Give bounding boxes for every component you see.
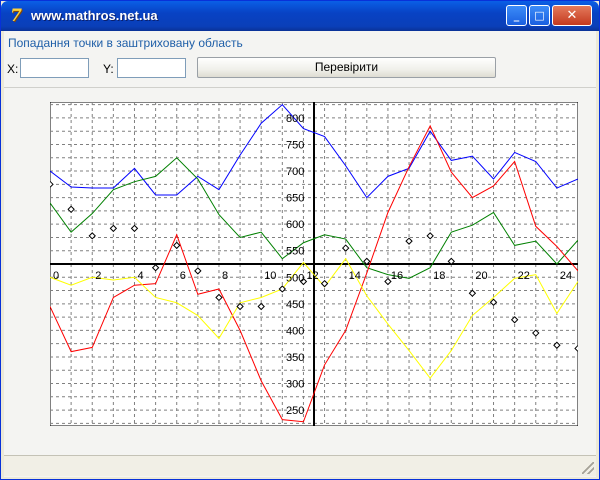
x-tick-label: 16 <box>391 270 403 282</box>
y-tick-label: 650 <box>286 193 304 205</box>
y-tick-label: 350 <box>286 352 304 364</box>
task-caption: Попадання точки в заштриховану область <box>8 36 243 50</box>
x-input[interactable] <box>20 58 89 78</box>
window-title: www.mathros.net.ua <box>31 8 158 23</box>
app-window: 7 www.mathros.net.ua _ □ ✕ Попадання точ… <box>0 0 600 480</box>
x-tick-label: 24 <box>560 270 572 282</box>
x-label: X: <box>7 62 19 76</box>
check-button[interactable]: Перевірити <box>197 57 496 78</box>
x-tick-label: 8 <box>222 270 228 282</box>
line-chart[interactable]: 0 2 4 6 8 10 12 14 16 18 20 22 242503003504004505005… <box>50 102 578 426</box>
x-tick-label: 14 <box>349 270 361 282</box>
minimize-button[interactable]: _ <box>506 5 527 26</box>
x-tick-label: 12 <box>306 270 318 282</box>
y-input[interactable] <box>117 58 186 78</box>
x-tick-label: 0 <box>53 270 59 282</box>
y-tick-label: 750 <box>286 139 304 151</box>
x-tick-label: 20 <box>475 270 487 282</box>
status-bar <box>4 455 596 476</box>
close-button[interactable]: ✕ <box>552 5 592 26</box>
y-tick-label: 800 <box>286 113 304 125</box>
x-tick-label: 18 <box>433 270 445 282</box>
title-bar[interactable]: 7 www.mathros.net.ua _ □ ✕ <box>1 1 599 31</box>
y-tick-label: 450 <box>286 299 304 311</box>
client-area: Попадання точки в заштриховану область X… <box>4 31 596 477</box>
maximize-button[interactable]: □ <box>529 5 550 26</box>
x-tick-label: 22 <box>518 270 530 282</box>
y-tick-label: 700 <box>286 166 304 178</box>
x-tick-label: 10 <box>264 270 276 282</box>
resize-grip-icon[interactable] <box>582 462 594 474</box>
app-logo-icon[interactable]: 7 <box>7 7 25 25</box>
y-label: Y: <box>103 62 114 76</box>
x-tick-label: 2 <box>95 270 101 282</box>
y-tick-label: 300 <box>286 379 304 391</box>
y-tick-label: 250 <box>286 405 304 417</box>
divider <box>4 87 596 88</box>
y-tick-label: 500 <box>286 272 304 284</box>
x-tick-label: 4 <box>137 270 143 282</box>
y-tick-label: 600 <box>286 219 304 231</box>
x-tick-label: 6 <box>180 270 186 282</box>
y-tick-label: 550 <box>286 246 304 258</box>
y-tick-label: 400 <box>286 325 304 337</box>
